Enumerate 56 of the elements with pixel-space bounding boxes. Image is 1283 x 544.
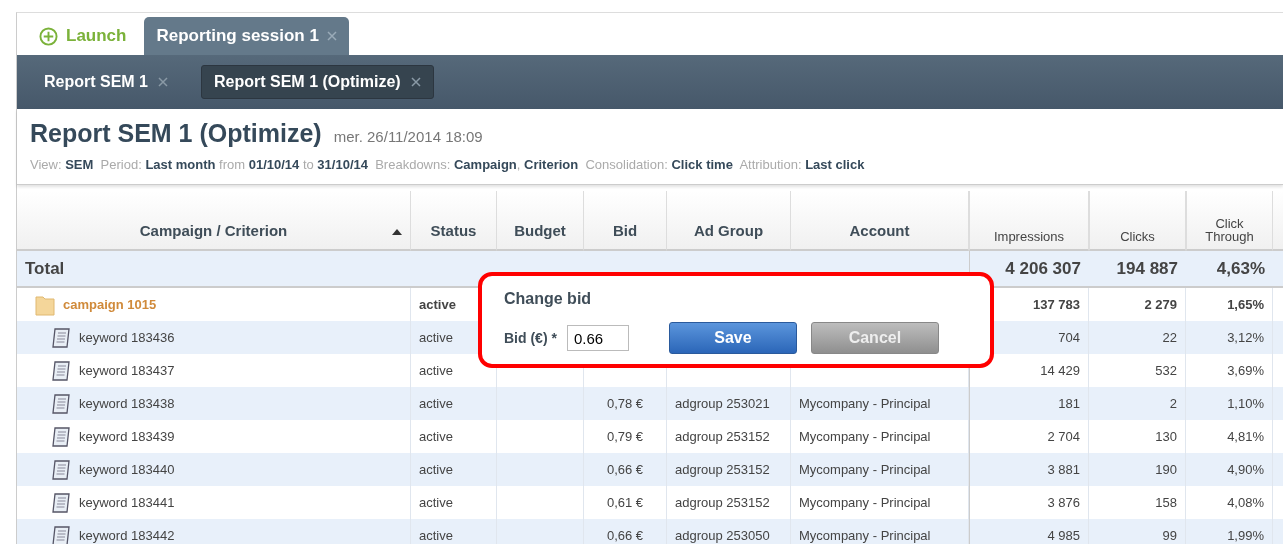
- clicks-value: 532: [1155, 363, 1177, 378]
- clicks-value: 2: [1169, 396, 1177, 411]
- bid-text: 0,66 €: [606, 528, 644, 543]
- ctr-value: 1,65%: [1227, 297, 1264, 312]
- impressions-value: 2 704: [1047, 429, 1080, 444]
- bid-text: 0,79 €: [606, 429, 644, 444]
- total-label: Total: [25, 258, 65, 279]
- ctr-value: 1,10%: [1227, 396, 1264, 411]
- impressions-value: 3 876: [1047, 495, 1080, 510]
- status-text: active: [419, 429, 453, 444]
- ad-group-text: adgroup 253050: [675, 528, 770, 543]
- impressions-value: 181: [1058, 396, 1080, 411]
- status-text: active: [419, 297, 456, 312]
- impressions-value: 4 985: [1047, 528, 1080, 543]
- field-label: Bid (€) *: [504, 330, 557, 346]
- account-text: Mycompany - Principal: [799, 462, 931, 477]
- account-text: Mycompany - Principal: [799, 396, 931, 411]
- clicks-value: 99: [1162, 528, 1177, 543]
- dialog-title: Change bid: [504, 290, 592, 308]
- account-text: Mycompany - Principal: [799, 528, 931, 543]
- total-value: 4,63%: [1216, 258, 1265, 279]
- status-text: active: [419, 330, 453, 345]
- impressions-value: 704: [1058, 330, 1080, 345]
- bid-text: 0,61 €: [606, 495, 644, 510]
- bid-text: 0,66 €: [606, 462, 644, 477]
- clicks-value: 22: [1162, 330, 1177, 345]
- ad-group-text: adgroup 253021: [675, 396, 770, 411]
- clicks-value: 2 279: [1144, 297, 1177, 312]
- status-text: active: [419, 396, 453, 411]
- ad-group-text: adgroup 253152: [675, 462, 770, 477]
- status-text: active: [419, 528, 453, 543]
- clicks-value: 130: [1155, 429, 1177, 444]
- total-value: 194 887: [1116, 258, 1178, 279]
- status-text: active: [419, 363, 453, 378]
- clicks-value: 158: [1155, 495, 1177, 510]
- ctr-value: 3,69%: [1227, 363, 1264, 378]
- ctr-value: 4,90%: [1227, 462, 1264, 477]
- impressions-value: 14 429: [1040, 363, 1080, 378]
- ctr-value: 1,99%: [1227, 528, 1264, 543]
- report-date: mer. 26/11/2014 18:09: [333, 128, 483, 145]
- total-value: 4 206 307: [1005, 258, 1081, 279]
- ad-group-text: adgroup 253152: [675, 495, 770, 510]
- bid-text: 0,78 €: [606, 396, 644, 411]
- status-text: active: [419, 462, 453, 477]
- account-text: Mycompany - Principal: [799, 495, 931, 510]
- ctr-value: 4,08%: [1227, 495, 1264, 510]
- ad-group-text: adgroup 253152: [675, 429, 770, 444]
- account-text: Mycompany - Principal: [799, 429, 931, 444]
- clicks-value: 190: [1155, 462, 1177, 477]
- report-title: Report SEM 1 (Optimize): [30, 119, 322, 148]
- report-settings: View: SEM Period: Last month from 01/10/14 to 31/10/14 Breakdowns: Campaign, Criterion Consolidation: Click time Attribution: Last click: [30, 157, 866, 172]
- ctr-value: 3,12%: [1227, 330, 1264, 345]
- ctr-value: 4,81%: [1227, 429, 1264, 444]
- impressions-value: 137 783: [1033, 297, 1080, 312]
- impressions-value: 3 881: [1047, 462, 1080, 477]
- status-text: active: [419, 495, 453, 510]
